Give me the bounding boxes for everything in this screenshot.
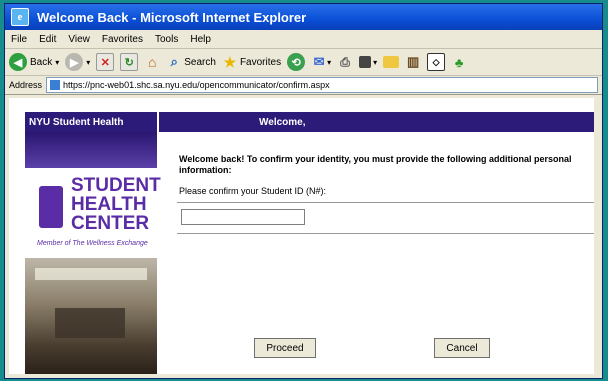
logo-line-3: CENTER: [71, 213, 150, 234]
menu-bar: File Edit View Favorites Tools Help: [5, 30, 602, 49]
title-bar[interactable]: e Welcome Back - Microsoft Internet Expl…: [5, 4, 602, 30]
research-icon: ▥: [406, 54, 420, 69]
messenger-icon: ♣: [454, 54, 464, 70]
page-icon: [50, 80, 61, 90]
address-field[interactable]: https://pnc-web01.shc.sa.nyu.edu/opencom…: [46, 77, 598, 93]
student-id-input[interactable]: [181, 209, 305, 225]
cancel-button[interactable]: Cancel: [434, 338, 490, 358]
folder-icon: [383, 56, 400, 68]
back-button[interactable]: ◀ Back ▾: [9, 53, 59, 71]
divider: [177, 202, 594, 203]
print-button[interactable]: ⎙: [337, 54, 353, 70]
stop-icon: ✕: [96, 53, 115, 71]
stop-button[interactable]: ✕: [96, 53, 115, 71]
student-health-logo: STUDENT HEALTH CENTER Member of The Well…: [25, 168, 161, 258]
address-label: Address: [9, 80, 43, 90]
reception-counter: [55, 308, 125, 338]
window-title: Welcome Back - Microsoft Internet Explor…: [37, 9, 307, 25]
edit-button[interactable]: ▾: [359, 56, 377, 68]
sidebar-header: NYU Student Health: [25, 112, 157, 132]
main-panel: Welcome, Welcome back! To confirm your i…: [159, 112, 594, 374]
home-button[interactable]: ⌂: [144, 54, 160, 70]
mail-button[interactable]: ✉ ▾: [311, 54, 331, 70]
logo-line-2: HEALTH: [71, 194, 147, 215]
history-icon: ⟲: [287, 53, 306, 71]
torch-icon: [39, 186, 63, 228]
page-content: NYU Student Health STUDENT HEALTH CENTER…: [9, 98, 594, 374]
confirm-message: Welcome back! To confirm your identity, …: [179, 154, 572, 175]
address-bar: Address https://pnc-web01.shc.sa.nyu.edu…: [5, 76, 602, 95]
menu-tools[interactable]: Tools: [155, 34, 178, 45]
mail-dropdown-icon: ▾: [327, 57, 332, 67]
toolbar: ◀ Back ▾ ▶ ▾ ✕ ↻ ⌂ ⌕ Search ★ Favorites …: [5, 49, 602, 76]
welcome-header: Welcome,: [159, 112, 594, 132]
edit-icon: [359, 56, 372, 68]
search-button[interactable]: ⌕ Search: [166, 54, 216, 70]
logo-tagline: Member of The Wellness Exchange: [37, 240, 148, 247]
divider: [177, 233, 594, 234]
menu-edit[interactable]: Edit: [39, 34, 56, 45]
favorites-button[interactable]: ★ Favorites: [222, 54, 281, 70]
back-dropdown-icon: ▾: [55, 57, 60, 67]
proceed-button[interactable]: Proceed: [254, 338, 316, 358]
messenger-window-button[interactable]: ◇: [427, 53, 446, 71]
student-id-label: Please confirm your Student ID (N#):: [179, 186, 327, 196]
menu-favorites[interactable]: Favorites: [102, 34, 143, 45]
messenger-button[interactable]: ♣: [451, 54, 467, 70]
logo-line-1: STUDENT: [71, 175, 161, 196]
search-label: Search: [184, 56, 216, 68]
menu-help[interactable]: Help: [190, 34, 211, 45]
address-url: https://pnc-web01.shc.sa.nyu.edu/opencom…: [63, 80, 330, 90]
window-icon: ◇: [427, 53, 446, 71]
menu-file[interactable]: File: [11, 34, 27, 45]
left-sidebar: NYU Student Health STUDENT HEALTH CENTER…: [25, 112, 161, 374]
lobby-photo: [25, 258, 157, 374]
history-button[interactable]: ⟲: [287, 53, 306, 71]
favorites-label: Favorites: [239, 56, 282, 68]
ie-icon: e: [11, 8, 29, 26]
favorites-star-icon: ★: [223, 53, 237, 70]
browser-window: e Welcome Back - Microsoft Internet Expl…: [4, 3, 603, 379]
refresh-button[interactable]: ↻: [120, 53, 139, 71]
menu-view[interactable]: View: [68, 34, 90, 45]
forward-dropdown-icon: ▾: [86, 57, 91, 67]
frame: e Welcome Back - Microsoft Internet Expl…: [0, 0, 608, 381]
home-icon: ⌂: [148, 54, 157, 70]
ceiling-light: [35, 268, 147, 280]
research-button[interactable]: ▥: [405, 54, 421, 70]
refresh-icon: ↻: [120, 53, 139, 71]
print-icon: ⎙: [340, 54, 350, 69]
back-arrow-icon: ◀: [9, 53, 27, 71]
forward-arrow-icon: ▶: [65, 53, 84, 71]
search-icon: ⌕: [170, 54, 178, 69]
sidebar-banner: [25, 132, 157, 168]
logo-text: STUDENT HEALTH CENTER: [71, 176, 161, 233]
forward-button[interactable]: ▶ ▾: [65, 53, 90, 71]
folder-button[interactable]: [383, 56, 400, 68]
mail-icon: ✉: [313, 54, 325, 69]
back-label: Back: [30, 56, 53, 68]
edit-dropdown-icon: ▾: [373, 57, 378, 67]
